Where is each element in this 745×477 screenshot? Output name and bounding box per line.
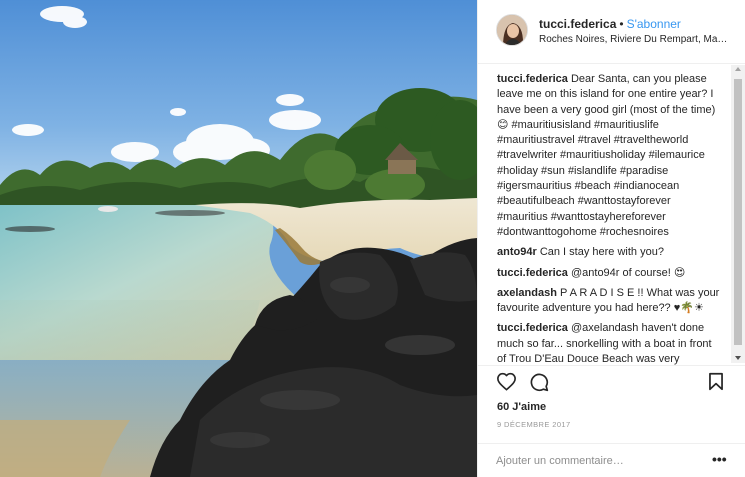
comment-username[interactable]: tucci.federica bbox=[497, 73, 568, 85]
post-header: tucci.federica • S'abonner Roches Noires, … bbox=[478, 0, 745, 64]
comment-text: Dear Santa, can you please leave me on t… bbox=[497, 73, 716, 238]
scroll-up-arrow-icon[interactable] bbox=[735, 67, 741, 71]
post-date: 9 DÉCEMBRE 2017 bbox=[497, 420, 571, 429]
bookmark-icon[interactable] bbox=[708, 372, 724, 394]
follow-button[interactable]: S'abonner bbox=[627, 17, 681, 31]
comment-username[interactable]: anto94r bbox=[497, 246, 537, 258]
scroll-down-arrow-icon[interactable] bbox=[735, 356, 741, 360]
comments-list[interactable]: tucci.federica Dear Santa, can you pleas… bbox=[478, 65, 730, 365]
scrollbar-thumb[interactable] bbox=[734, 79, 742, 345]
comment-username[interactable]: tucci.federica bbox=[497, 267, 568, 279]
likes-count[interactable]: 60 J'aime bbox=[497, 401, 546, 413]
post-actions: 60 J'aime 9 DÉCEMBRE 2017 ••• bbox=[478, 365, 745, 477]
comment-input[interactable] bbox=[496, 452, 696, 470]
comment-text: @anto94r of course! 😍 bbox=[570, 266, 686, 279]
list-item: anto94r Can I stay here with you? bbox=[497, 245, 720, 260]
more-options-icon[interactable]: ••• bbox=[712, 451, 727, 467]
post-username[interactable]: tucci.federica bbox=[539, 17, 616, 31]
list-item: axelandash P A R A D I S E !! What was y… bbox=[497, 286, 720, 317]
comment-username[interactable]: tucci.federica bbox=[497, 322, 568, 334]
post-location[interactable]: Roches Noires, Riviere Du Rempart, Mauri… bbox=[539, 34, 729, 45]
list-item: tucci.federica @axelandash haven't done … bbox=[497, 321, 720, 365]
list-item: tucci.federica @anto94r of course! 😍 bbox=[497, 266, 720, 281]
comments-scrollbar[interactable] bbox=[731, 65, 745, 363]
add-comment-bar: ••• bbox=[478, 443, 745, 477]
separator-dot: • bbox=[619, 17, 624, 31]
post-side-panel: tucci.federica • S'abonner Roches Noires, … bbox=[477, 0, 745, 477]
list-item: tucci.federica Dear Santa, can you pleas… bbox=[497, 72, 720, 240]
comment-icon[interactable] bbox=[529, 372, 549, 395]
comment-text: Can I stay here with you? bbox=[539, 246, 664, 259]
post-photo[interactable] bbox=[0, 0, 477, 477]
heart-icon[interactable] bbox=[496, 372, 517, 394]
avatar[interactable] bbox=[496, 14, 528, 46]
comment-username[interactable]: axelandash bbox=[497, 287, 557, 299]
